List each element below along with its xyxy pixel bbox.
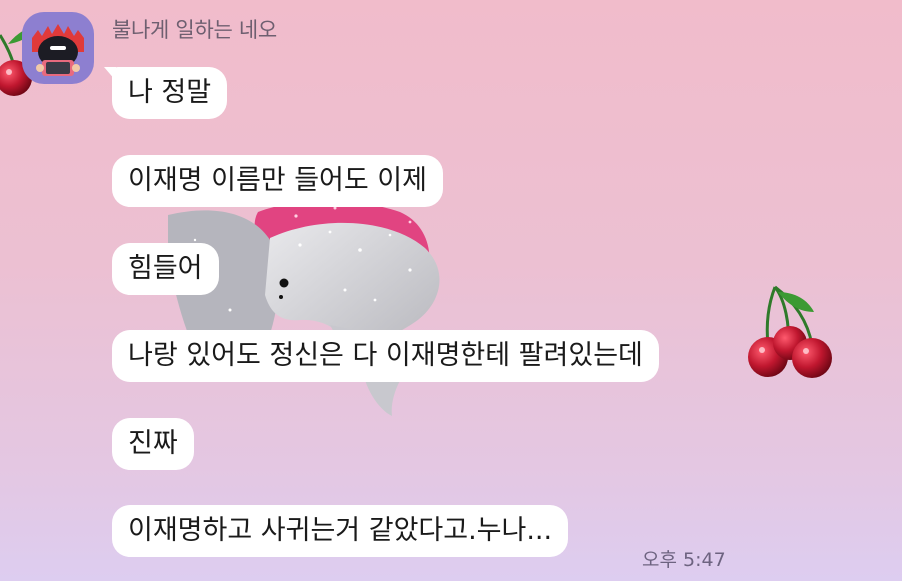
chat-room: 불나게 일하는 네오 나 정말 이재명 이름만 들어도 이제 힘들어 나랑 있어… [0, 0, 902, 581]
message-bubble[interactable]: 진짜 [112, 418, 194, 470]
dolphin-icon [168, 200, 440, 416]
message-bubble[interactable]: 이재명 이름만 들어도 이제 [112, 155, 443, 207]
message-bubble[interactable]: 힘들어 [112, 243, 219, 295]
avatar[interactable] [22, 12, 94, 84]
message-bubble[interactable]: 나랑 있어도 정신은 다 이재명한테 팔려있는데 [112, 330, 659, 382]
neo-character-avatar-icon [32, 24, 84, 76]
cherry-icon [748, 285, 832, 378]
message-timestamp: 오후 5:47 [642, 549, 726, 571]
message-bubble[interactable]: 나 정말 [103, 67, 228, 119]
message-bubble[interactable]: 이재명하고 사귀는거 같았다고.누나... [112, 505, 569, 557]
sender-name: 불나게 일하는 네오 [112, 18, 277, 42]
